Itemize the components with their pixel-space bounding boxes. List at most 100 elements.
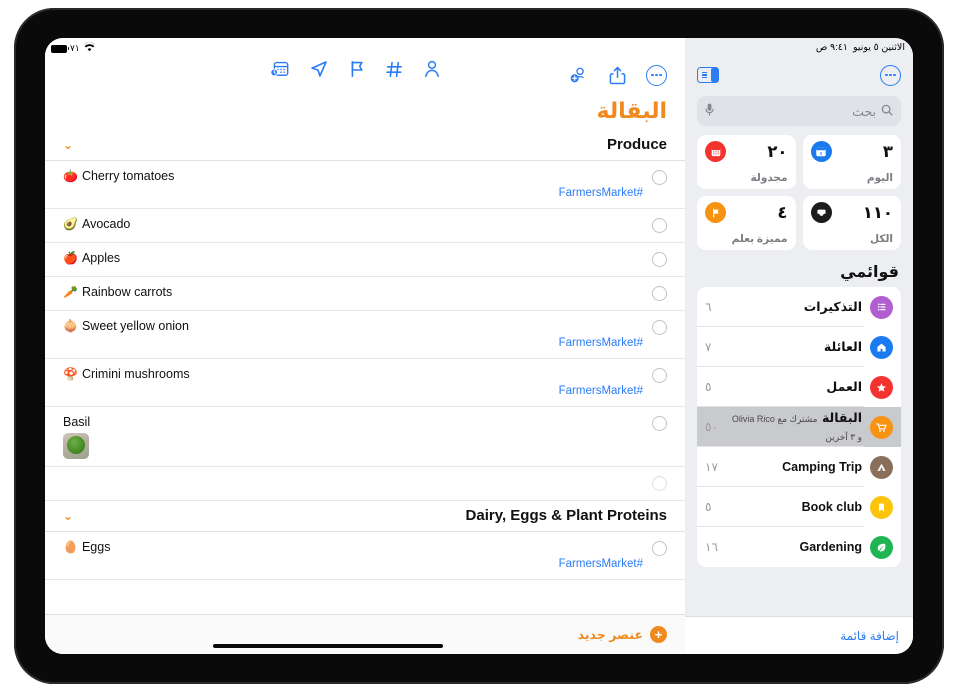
list-item-label: Book club bbox=[801, 500, 862, 514]
reminder-title: Cherry tomatoes 🍅 bbox=[63, 169, 175, 183]
widget-count: ٣ bbox=[882, 142, 893, 161]
reminder-row[interactable]: Apples 🍎 bbox=[45, 243, 685, 277]
list-item-gardening[interactable]: Gardening ١٦ bbox=[697, 527, 901, 567]
reminder-checkbox[interactable] bbox=[652, 286, 667, 301]
reminder-checkbox[interactable] bbox=[652, 541, 667, 556]
list-item-label: Gardening bbox=[799, 540, 862, 554]
main-toolbar-secondary-group bbox=[270, 60, 440, 78]
reminders-list[interactable]: Produce ⌄ Cherry tomatoes 🍅 #FarmersMark… bbox=[45, 130, 685, 614]
star-icon bbox=[870, 375, 893, 399]
add-list-label: إضافة قائمة bbox=[840, 628, 899, 643]
section-header-produce[interactable]: Produce ⌄ bbox=[45, 130, 685, 161]
list-item-reminders[interactable]: التذكيرات ٦ bbox=[697, 287, 901, 327]
reminder-row[interactable]: Crimini mushrooms 🍄 #FarmersMarket bbox=[45, 359, 685, 407]
smart-list-widgets: ٣ 5 اليوم ٢٠ مجدولة ١١٠ الكل ٤ مميزة بعل… bbox=[697, 135, 901, 250]
shopping-cart-icon bbox=[870, 415, 893, 439]
widget-label: الكل bbox=[869, 233, 893, 245]
hashtag-icon[interactable] bbox=[386, 61, 403, 78]
list-item-camping-trip[interactable]: Camping Trip ١٧ bbox=[697, 447, 901, 487]
reminder-checkbox[interactable] bbox=[652, 252, 667, 267]
reminder-attachment-thumbnail[interactable] bbox=[63, 433, 89, 459]
widget-all[interactable]: ١١٠ الكل bbox=[802, 196, 901, 250]
leaf-icon bbox=[870, 535, 893, 559]
location-arrow-icon[interactable] bbox=[310, 60, 328, 78]
plus-circle-icon[interactable]: + bbox=[650, 626, 667, 643]
reminder-checkbox[interactable] bbox=[652, 416, 667, 431]
reminder-checkbox[interactable] bbox=[652, 218, 667, 233]
widget-today[interactable]: ٣ 5 اليوم bbox=[802, 135, 901, 189]
list-item-label: العمل bbox=[826, 380, 862, 394]
widget-label: مجدولة bbox=[750, 172, 788, 184]
list-item-count: ٥ bbox=[705, 500, 712, 514]
reminder-row-empty[interactable] bbox=[45, 467, 685, 501]
list-item-work[interactable]: العمل ٥ bbox=[697, 367, 901, 407]
person-icon[interactable] bbox=[424, 60, 440, 78]
reminder-title: Sweet yellow onion 🧅 bbox=[63, 319, 189, 333]
reminder-title: Crimini mushrooms 🍄 bbox=[63, 367, 190, 381]
add-list-button[interactable]: إضافة قائمة bbox=[685, 616, 913, 654]
search-icon bbox=[881, 104, 893, 118]
widget-scheduled[interactable]: ٢٠ مجدولة bbox=[697, 135, 796, 189]
reminder-row[interactable]: Basil bbox=[45, 407, 685, 467]
egg-emoji-icon: 🥚 bbox=[63, 540, 78, 554]
reminder-checkbox[interactable] bbox=[652, 368, 667, 383]
list-item-label: البقالة bbox=[821, 411, 862, 425]
reminder-tag[interactable]: #FarmersMarket bbox=[559, 385, 643, 397]
reminder-title: Avocado 🥑 bbox=[63, 217, 131, 231]
new-item-bar[interactable]: + عنصر جديد bbox=[45, 614, 685, 654]
sidebar-toolbar bbox=[685, 38, 913, 90]
svg-text:5: 5 bbox=[820, 150, 823, 155]
section-title: Dairy, Eggs & Plant Proteins bbox=[465, 507, 667, 524]
add-person-icon[interactable] bbox=[569, 66, 589, 84]
list-item-label: العائلة bbox=[823, 340, 862, 354]
reminder-row[interactable]: Cherry tomatoes 🍅 #FarmersMarket bbox=[45, 161, 685, 209]
search-placeholder: بحث bbox=[852, 104, 876, 119]
calendar-clock-icon[interactable] bbox=[270, 60, 289, 78]
sidebar: بحث ٣ 5 اليوم ٢٠ مجدولة ١١٠ الكل ٤ مميزة… bbox=[685, 38, 913, 654]
screen: ٧١ الاثنين ٥ يونيو ٩:٤١ ص بحث ٣ 5 اليوم … bbox=[45, 38, 913, 654]
mushroom-emoji-icon: 🍄 bbox=[63, 367, 78, 381]
reminder-tag[interactable]: #FarmersMarket bbox=[559, 337, 643, 349]
sidebar-toggle-icon[interactable] bbox=[697, 67, 719, 83]
reminder-checkbox[interactable] bbox=[652, 170, 667, 185]
list-item-book-club[interactable]: Book club ٥ bbox=[697, 487, 901, 527]
reminder-row[interactable]: Avocado 🥑 bbox=[45, 209, 685, 243]
list-item-family[interactable]: العائلة ٧ bbox=[697, 327, 901, 367]
search-input[interactable]: بحث bbox=[697, 96, 901, 126]
new-item-label: عنصر جديد bbox=[577, 628, 643, 642]
list-item-count: ٧ bbox=[705, 340, 712, 354]
reminder-row[interactable]: Rainbow carrots 🥕 bbox=[45, 277, 685, 311]
section-header-dairy[interactable]: Dairy, Eggs & Plant Proteins ⌄ bbox=[45, 501, 685, 532]
reminder-title: Eggs 🥚 bbox=[63, 540, 111, 554]
widget-count: ١١٠ bbox=[862, 203, 893, 222]
reminder-tag[interactable]: #FarmersMarket bbox=[559, 558, 643, 570]
reminder-checkbox[interactable] bbox=[652, 320, 667, 335]
more-circle-icon[interactable] bbox=[880, 64, 901, 86]
list-item-label: Camping Trip bbox=[782, 460, 862, 474]
widget-count: ٤ bbox=[777, 203, 788, 222]
share-icon[interactable] bbox=[609, 66, 626, 85]
flag-icon bbox=[705, 202, 726, 223]
reminder-title: Basil bbox=[63, 415, 91, 429]
reminder-checkbox[interactable] bbox=[652, 476, 667, 491]
main-toolbar bbox=[45, 38, 685, 90]
inbox-icon bbox=[810, 202, 832, 223]
flag-icon[interactable] bbox=[349, 60, 365, 78]
reminder-tag[interactable]: #FarmersMarket bbox=[559, 187, 643, 199]
widget-count: ٢٠ bbox=[767, 142, 788, 161]
widget-flagged[interactable]: ٤ مميزة بعلم bbox=[697, 196, 796, 250]
reminder-row[interactable]: Eggs 🥚 #FarmersMarket bbox=[45, 532, 685, 580]
chevron-down-icon[interactable]: ⌄ bbox=[63, 138, 73, 152]
main-content: البقالة Produce ⌄ Cherry tomatoes 🍅 #Far… bbox=[45, 38, 685, 654]
list-item-groceries[interactable]: البقالة مشترك مع Olivia Rico و ٣ آخرين ٥… bbox=[697, 407, 901, 447]
apple-emoji-icon: 🍎 bbox=[63, 251, 78, 265]
calendar-day-icon: 5 bbox=[810, 141, 832, 162]
more-circle-icon[interactable] bbox=[646, 64, 667, 86]
bookmark-icon bbox=[870, 495, 893, 519]
my-lists-heading: قوائمي bbox=[840, 264, 899, 281]
chevron-down-icon[interactable]: ⌄ bbox=[63, 509, 73, 523]
microphone-icon[interactable] bbox=[705, 103, 714, 119]
list-item-count: ٥٠ bbox=[705, 420, 718, 434]
reminder-row[interactable]: Sweet yellow onion 🧅 #FarmersMarket bbox=[45, 311, 685, 359]
list-item-count: ١٧ bbox=[705, 460, 718, 474]
